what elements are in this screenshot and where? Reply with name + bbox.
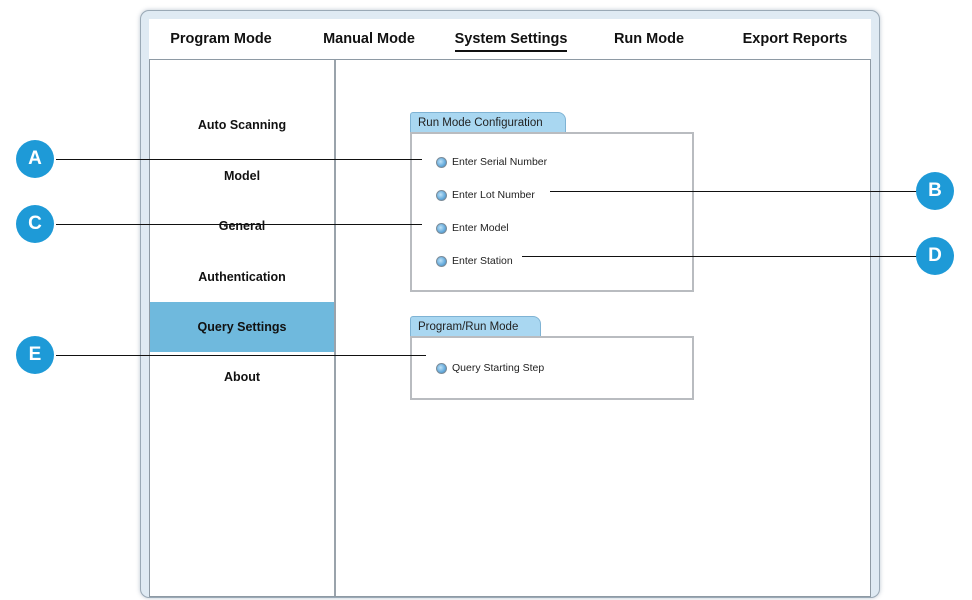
sidebar-item-query-settings[interactable]: Query Settings xyxy=(150,302,334,352)
sidebar-item-general[interactable]: General xyxy=(150,201,334,251)
callout-e-line xyxy=(56,355,426,356)
callout-badge-b: B xyxy=(916,172,954,210)
radio-button-icon xyxy=(436,156,447,168)
sidebar-item-auto-scanning[interactable]: Auto Scanning xyxy=(150,100,334,150)
callout-badge-c: C xyxy=(16,205,54,243)
radio-button-icon xyxy=(436,255,447,267)
query-starting-step-radio[interactable]: Query Starting Step xyxy=(436,358,544,378)
settings-content: Auto Scanning Model General Authenticati… xyxy=(149,59,871,597)
callout-b-line xyxy=(550,191,920,192)
tab-export-reports[interactable]: Export Reports xyxy=(727,19,863,59)
radio-label: Enter Station xyxy=(452,255,513,267)
callout-c-line xyxy=(56,224,422,225)
callout-d-line xyxy=(522,256,920,257)
sidebar-item-authentication[interactable]: Authentication xyxy=(150,252,334,302)
callout-a-line xyxy=(56,159,422,160)
settings-sidebar: Auto Scanning Model General Authenticati… xyxy=(150,60,336,596)
program-run-mode-group-title: Program/Run Mode xyxy=(410,316,542,337)
tab-system-settings[interactable]: System Settings xyxy=(441,19,581,59)
query-settings-panel: Run Mode Configuration Enter Serial Numb… xyxy=(336,60,870,596)
enter-serial-number-radio[interactable]: Enter Serial Number xyxy=(436,152,547,172)
tab-run-mode[interactable]: Run Mode xyxy=(597,19,701,59)
enter-model-radio[interactable]: Enter Model xyxy=(436,218,509,238)
radio-label: Enter Serial Number xyxy=(452,156,548,168)
radio-button-icon xyxy=(436,362,447,374)
callout-badge-a: A xyxy=(16,140,54,178)
sidebar-item-about[interactable]: About xyxy=(150,352,334,402)
callout-badge-d: D xyxy=(916,237,954,275)
radio-label: Enter Model xyxy=(452,222,509,234)
program-run-mode-group: Query Starting Step xyxy=(410,336,694,400)
app-window: Program Mode Manual Mode System Settings… xyxy=(140,10,880,598)
run-mode-config-group-title: Run Mode Configuration xyxy=(410,112,566,133)
tab-program-mode[interactable]: Program Mode xyxy=(157,19,285,59)
tab-manual-mode[interactable]: Manual Mode xyxy=(307,19,431,59)
run-mode-config-group: Enter Serial Number Enter Lot Number Ent… xyxy=(410,132,694,292)
main-tab-bar: Program Mode Manual Mode System Settings… xyxy=(149,19,871,59)
radio-label: Query Starting Step xyxy=(452,362,545,374)
enter-lot-number-radio[interactable]: Enter Lot Number xyxy=(436,185,535,205)
radio-label: Enter Lot Number xyxy=(452,189,535,201)
enter-station-radio[interactable]: Enter Station xyxy=(436,251,513,271)
callout-badge-e: E xyxy=(16,336,54,374)
radio-button-icon xyxy=(436,189,447,201)
radio-button-icon xyxy=(436,222,447,234)
